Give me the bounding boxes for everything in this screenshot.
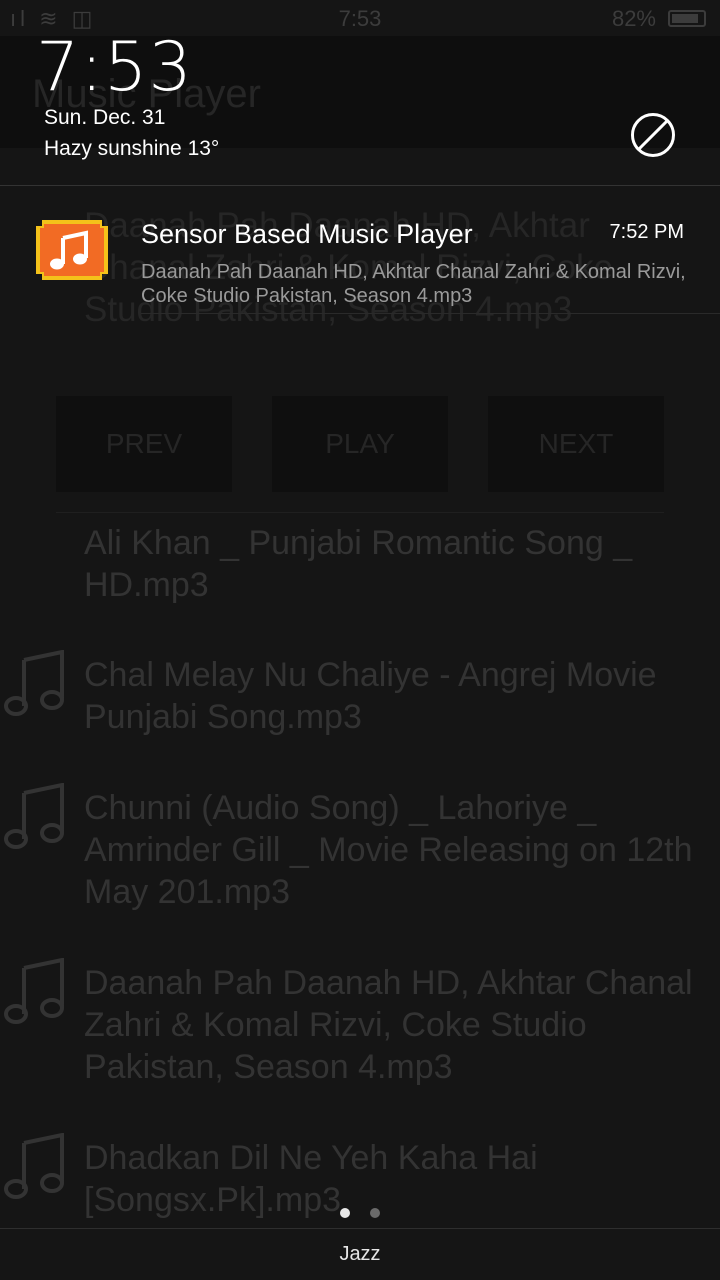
play-button: PLAY [272,396,448,492]
music-player-notification[interactable]: Sensor Based Music Player 7:52 PM Daanah… [0,186,720,314]
next-button: NEXT [488,396,664,492]
song-name: Chal Melay Nu Chaliye - Angrej Movie Pun… [84,656,657,736]
notification-divider [141,313,720,314]
music-note-icon [36,220,108,280]
notification-title: Sensor Based Music Player [141,219,473,249]
controls-divider [56,512,664,513]
music-note-icon [4,1133,64,1199]
prev-button: PREV [56,396,232,492]
shade-clock: 7:53 [36,28,193,107]
music-note-icon [4,650,64,716]
page-indicator [0,1208,720,1220]
music-note-icon [4,783,64,849]
carrier-name: Jazz [339,1243,381,1265]
shade-date: Sun. Dec. 31 [44,106,166,129]
song-name: Daanah Pah Daanah HD, Akhtar Chanal Zahr… [84,964,693,1086]
shade-header: 7:53 Sun. Dec. 31 Hazy sunshine 13° [0,0,720,185]
notification-shade-screen: ıl ≋ ◫ 7:53 82% Music Player Daanah Pah … [0,0,720,1280]
notification-time: 7:52 PM [609,221,684,243]
notification-text: Daanah Pah Daanah HD, Akhtar Chanal Zahr… [141,261,686,307]
shade-weather: Hazy sunshine 13° [44,137,220,160]
music-note-icon [4,958,64,1024]
bottom-divider [0,1228,720,1229]
song-name: Ali Khan _ Punjabi Romantic Song _ HD.mp… [84,524,633,604]
player-controls: PREV PLAY NEXT [56,396,664,492]
page-dot-active [340,1208,350,1218]
do-not-disturb-icon[interactable] [630,112,676,158]
page-dot-inactive [370,1208,380,1218]
song-name: Chunni (Audio Song) _ Lahoriye _ Amrinde… [84,789,693,911]
